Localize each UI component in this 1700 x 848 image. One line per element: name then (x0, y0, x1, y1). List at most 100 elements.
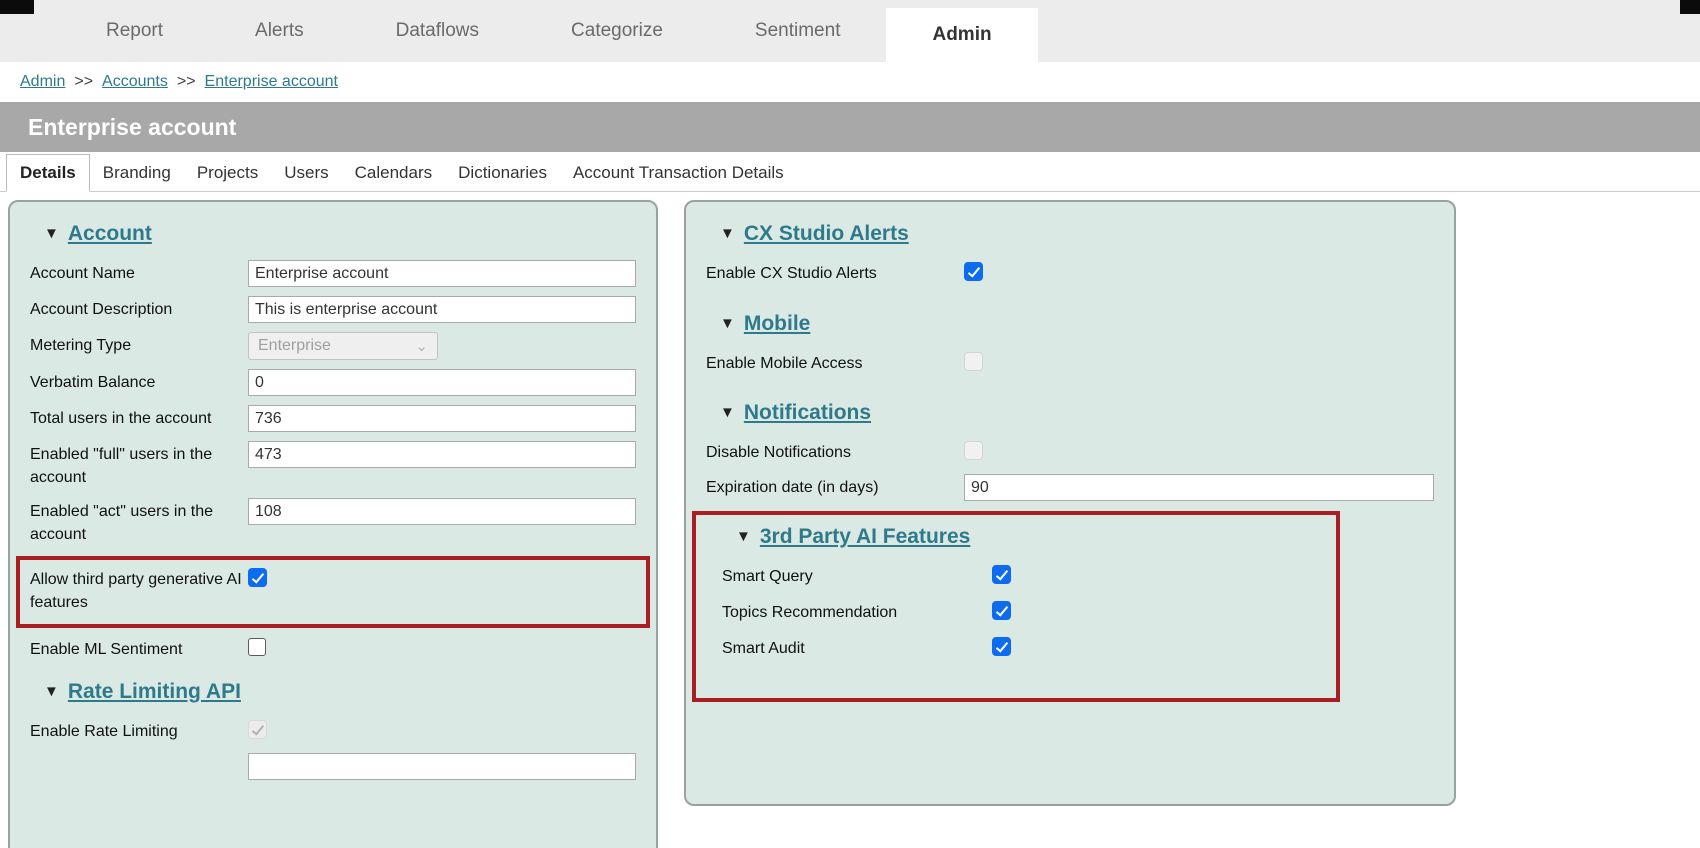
smart-query-label: Smart Query (722, 563, 992, 589)
disable-notifications-label: Disable Notifications (706, 439, 964, 465)
breadcrumb-separator: >> (177, 73, 196, 91)
total-users-label: Total users in the account (30, 405, 248, 431)
account-name-input[interactable] (248, 260, 636, 287)
act-users-input[interactable] (248, 498, 636, 525)
enable-cx-alerts-checkbox[interactable] (964, 262, 983, 281)
verbatim-balance-label: Verbatim Balance (30, 369, 248, 395)
account-subtabs: Details Branding Projects Users Calendar… (0, 152, 1700, 192)
window-corner-left (0, 0, 34, 14)
field-disable-notifications: Disable Notifications (706, 439, 1434, 465)
collapse-triangle-icon: ▼ (736, 528, 751, 545)
full-users-input[interactable] (248, 441, 636, 468)
account-description-input[interactable] (248, 296, 636, 323)
account-description-label: Account Description (30, 296, 248, 322)
tab-projects[interactable]: Projects (184, 155, 271, 191)
window-corner-right (1680, 0, 1700, 14)
nav-tab-categorize[interactable]: Categorize (525, 0, 709, 62)
smart-query-checkbox[interactable] (992, 565, 1011, 584)
enable-rate-limiting-checkbox (248, 720, 267, 739)
field-enable-cx-studio-alerts: Enable CX Studio Alerts (706, 260, 1434, 286)
field-enable-mobile-access: Enable Mobile Access (706, 350, 1434, 376)
settings-panel: ▼ CX Studio Alerts Enable CX Studio Alert… (684, 200, 1456, 806)
expiration-date-input[interactable] (964, 474, 1434, 501)
field-metering-type: Metering Type Enterprise ⌄ (30, 332, 636, 360)
breadcrumb: Admin >> Accounts >> Enterprise account (0, 62, 1700, 102)
expiration-date-label: Expiration date (in days) (706, 474, 964, 500)
tab-details[interactable]: Details (6, 154, 90, 192)
tab-account-transaction-details[interactable]: Account Transaction Details (560, 155, 797, 191)
verbatim-balance-input[interactable] (248, 369, 636, 396)
details-content: ▼ Account Account Name Account Descriptio… (0, 192, 1700, 848)
collapse-triangle-icon: ▼ (44, 683, 59, 700)
field-act-users: Enabled "act" users in the account (30, 498, 636, 546)
field-smart-query: Smart Query (722, 563, 1324, 589)
topics-recommendation-label: Topics Recommendation (722, 599, 992, 625)
enable-mobile-access-label: Enable Mobile Access (706, 350, 964, 376)
enable-cx-alerts-label: Enable CX Studio Alerts (706, 260, 964, 286)
section-ai-features-title: 3rd Party AI Features (760, 525, 970, 548)
disable-notifications-checkbox[interactable] (964, 441, 983, 460)
full-users-label: Enabled "full" users in the account (30, 441, 248, 489)
rate-limit-input[interactable] (248, 753, 636, 780)
tab-dictionaries[interactable]: Dictionaries (445, 155, 560, 191)
collapse-triangle-icon: ▼ (720, 404, 735, 421)
section-3rd-party-ai-features[interactable]: ▼ 3rd Party AI Features (736, 525, 1324, 549)
field-allow-third-party: Allow third party generative AI features (30, 566, 636, 614)
section-rate-limiting-title: Rate Limiting API (68, 680, 241, 703)
page-title: Enterprise account (28, 114, 236, 141)
act-users-label: Enabled "act" users in the account (30, 498, 248, 546)
field-enable-rate-limiting: Enable Rate Limiting (30, 718, 636, 744)
nav-tab-sentiment[interactable]: Sentiment (709, 0, 887, 62)
top-navigation: Report Alerts Dataflows Categorize Senti… (0, 0, 1700, 62)
field-topics-recommendation: Topics Recommendation (722, 599, 1324, 625)
tab-users[interactable]: Users (271, 155, 341, 191)
metering-type-label: Metering Type (30, 332, 248, 358)
field-expiration-date: Expiration date (in days) (706, 474, 1434, 501)
section-notifications[interactable]: ▼ Notifications (720, 401, 1434, 425)
section-mobile[interactable]: ▼ Mobile (720, 312, 1434, 336)
enable-mobile-access-checkbox[interactable] (964, 352, 983, 371)
allow-third-party-checkbox[interactable] (248, 568, 267, 587)
nav-tab-dataflows[interactable]: Dataflows (350, 0, 525, 62)
page-header: Enterprise account (0, 102, 1700, 152)
field-total-users: Total users in the account (30, 405, 636, 432)
section-cx-alerts-title: CX Studio Alerts (744, 222, 909, 245)
field-full-users: Enabled "full" users in the account (30, 441, 636, 489)
topics-recommendation-checkbox[interactable] (992, 601, 1011, 620)
collapse-triangle-icon: ▼ (44, 225, 59, 242)
section-account[interactable]: ▼ Account (44, 222, 636, 246)
breadcrumb-separator: >> (74, 73, 93, 91)
enable-rate-limiting-label: Enable Rate Limiting (30, 718, 248, 744)
tab-branding[interactable]: Branding (90, 155, 184, 191)
field-smart-audit: Smart Audit (722, 635, 1324, 661)
nav-tab-report[interactable]: Report (60, 0, 209, 62)
breadcrumb-admin-link[interactable]: Admin (20, 73, 65, 91)
field-rate-limit-value (30, 753, 636, 780)
field-enable-ml-sentiment: Enable ML Sentiment (30, 636, 636, 662)
nav-tab-alerts[interactable]: Alerts (209, 0, 350, 62)
chevron-down-icon: ⌄ (415, 337, 428, 355)
enable-ml-sentiment-checkbox[interactable] (248, 638, 266, 656)
smart-audit-checkbox[interactable] (992, 637, 1011, 656)
metering-type-value: Enterprise (258, 337, 331, 355)
allow-third-party-label: Allow third party generative AI features (30, 566, 248, 614)
field-account-name: Account Name (30, 260, 636, 287)
section-mobile-title: Mobile (744, 312, 811, 335)
tab-calendars[interactable]: Calendars (342, 155, 446, 191)
collapse-triangle-icon: ▼ (720, 225, 735, 242)
highlight-box-ai-features: ▼ 3rd Party AI Features Smart Query Topic… (692, 511, 1340, 702)
smart-audit-label: Smart Audit (722, 635, 992, 661)
breadcrumb-accounts-link[interactable]: Accounts (102, 73, 168, 91)
enable-ml-sentiment-label: Enable ML Sentiment (30, 636, 248, 662)
rate-limit-value-label (30, 753, 248, 756)
total-users-input[interactable] (248, 405, 636, 432)
metering-type-select[interactable]: Enterprise ⌄ (248, 332, 438, 360)
collapse-triangle-icon: ▼ (720, 315, 735, 332)
section-cx-studio-alerts[interactable]: ▼ CX Studio Alerts (720, 222, 1434, 246)
section-notifications-title: Notifications (744, 401, 871, 424)
nav-tab-admin[interactable]: Admin (886, 8, 1037, 62)
field-verbatim-balance: Verbatim Balance (30, 369, 636, 396)
section-rate-limiting-api[interactable]: ▼ Rate Limiting API (44, 680, 636, 704)
section-account-title: Account (68, 222, 152, 245)
breadcrumb-current-link[interactable]: Enterprise account (205, 73, 338, 91)
